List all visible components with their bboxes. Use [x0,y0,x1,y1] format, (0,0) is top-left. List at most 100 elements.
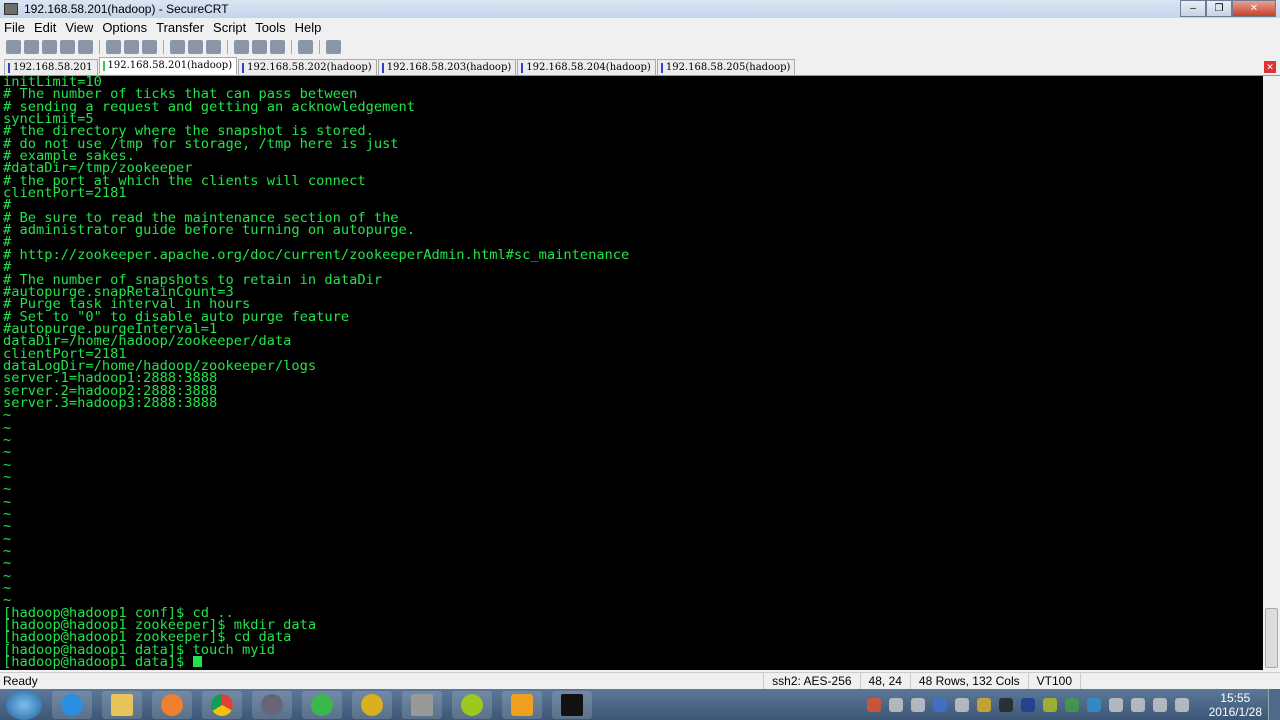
terminal-line: clientPort=2181 [3,185,127,202]
terminal-line: # sending a request and getting an ackno… [3,98,416,115]
menu-tools[interactable]: Tools [255,20,285,35]
green-browser-icon [311,693,333,716]
sftp-icon[interactable] [326,39,341,54]
shield-icon[interactable] [1064,697,1079,712]
menu-bar: File Edit View Options Transfer Script Tools He… [0,18,1280,36]
terminal-prompt: [hadoop@hadoop1 data]$ [3,654,193,670]
cursor [192,656,202,668]
paste-icon[interactable] [124,39,139,54]
print-icon[interactable] [206,39,221,54]
status-emulation: VT100 [1027,672,1080,690]
app-taskbar-button[interactable] [252,690,292,719]
help-icon[interactable] [298,39,313,54]
menu-script[interactable]: Script [213,20,246,35]
quick-connect-icon[interactable] [24,39,39,54]
find-icon[interactable] [142,39,157,54]
terminal-line: ~ [3,543,12,560]
menu-transfer[interactable]: Transfer [156,20,204,35]
tray-icon[interactable] [1042,697,1057,712]
app-taskbar-button[interactable] [452,690,492,719]
qq-icon[interactable] [998,697,1013,712]
status-empty [1080,672,1280,690]
disconnect-icon[interactable] [78,39,93,54]
menu-help[interactable]: Help [295,20,322,35]
toolbar [0,37,341,56]
divider [227,39,228,54]
chrome-icon [211,693,233,716]
clock[interactable]: 15:55 2016/1/28 [1209,691,1262,719]
tray-icon[interactable] [976,697,991,712]
chrome-taskbar-button[interactable] [202,690,242,719]
media-player-icon [161,693,183,716]
minimize-button[interactable]: – [1180,0,1206,17]
scrollbar-thumb[interactable] [1265,608,1278,668]
menu-view[interactable]: View [65,20,93,35]
terminal-icon [561,693,583,716]
network-error-icon[interactable] [1108,697,1123,712]
terminal-line: ~ [3,469,12,485]
session-tab[interactable]: 192.168.58.204(hadoop) [517,59,656,75]
browser-taskbar-button[interactable] [302,690,342,719]
clock-time: 15:55 [1220,690,1251,705]
terminal-scrollbar[interactable] [1263,76,1280,670]
print-setup-icon[interactable] [170,39,185,54]
blue-app-icon [511,693,533,716]
start-button[interactable] [6,689,42,720]
menu-edit[interactable]: Edit [34,20,56,35]
print-selection-icon[interactable] [188,39,203,54]
terminal-line: ~ [3,518,12,535]
session-tab[interactable]: 192.168.58.201 [4,59,98,75]
divider [163,39,164,54]
app-taskbar-button[interactable] [502,690,542,719]
title-bar: 192.168.58.201(hadoop) - SecureCRT – ❐ ✕ [0,0,1280,18]
ie-taskbar-button[interactable] [52,690,92,719]
session-tab[interactable]: 192.168.58.202(hadoop) [238,59,377,75]
restore-button[interactable]: ❐ [1206,0,1232,17]
explorer-taskbar-button[interactable] [102,690,142,719]
show-desktop-button[interactable] [1268,689,1280,720]
close-tab-icon[interactable]: ✕ [1264,61,1276,73]
session-tab[interactable]: 192.168.58.205(hadoop) [656,59,796,75]
media-player-taskbar-button[interactable] [152,690,192,719]
power-icon[interactable] [1130,697,1145,712]
sogou-input-icon[interactable] [866,697,881,712]
global-options-icon[interactable] [252,39,267,54]
reconnect-icon[interactable] [60,39,75,54]
menu-file[interactable]: File [4,20,25,35]
status-cursor-position: 48, 24 [859,672,910,690]
copy-icon[interactable] [106,39,121,54]
security-icon[interactable] [932,697,947,712]
terminal-line: ~ [3,580,12,597]
app-taskbar-button[interactable] [402,690,442,719]
status-terminal-size: 48 Rows, 132 Cols [909,672,1028,690]
ie-icon [61,693,83,716]
menu-options[interactable]: Options [102,20,147,35]
terminal-line: # administrator guide before turning on … [3,222,416,239]
signal-icon[interactable] [1174,697,1189,712]
close-button[interactable]: ✕ [1232,0,1276,17]
terminal-line: # http://zookeeper.apache.org/doc/curren… [3,246,630,263]
keymap-icon[interactable] [270,39,285,54]
securecrt-taskbar-button[interactable] [552,690,592,719]
display-icon[interactable] [1086,697,1101,712]
session-tab[interactable]: 192.168.58.201(hadoop) [98,57,238,74]
terminal-line: ~ [3,493,12,510]
securecrt-app-icon [4,3,18,15]
terminal-line: ~ [3,506,12,523]
terminal[interactable]: initLimit=10 # The number of ticks that c… [0,76,1263,670]
session-options-icon[interactable] [234,39,249,54]
terminal-line: ~ [3,555,12,572]
windows-icon[interactable] [954,697,969,712]
tray-icon[interactable] [888,697,903,712]
connect-tab-icon[interactable] [42,39,57,54]
printer-app-icon [411,693,433,716]
volume-icon[interactable] [1152,697,1167,712]
bluetooth-icon[interactable] [1020,697,1035,712]
status-bar: Ready ssh2: AES-256 48, 24 48 Rows, 132 … [0,672,1280,690]
app-taskbar-button[interactable] [352,690,392,719]
tray-icon[interactable] [910,697,925,712]
connect-icon[interactable] [6,39,21,54]
session-tab[interactable]: 192.168.58.203(hadoop) [377,59,517,75]
e-app-icon [361,693,383,716]
terminal-line: ~ [3,419,12,436]
